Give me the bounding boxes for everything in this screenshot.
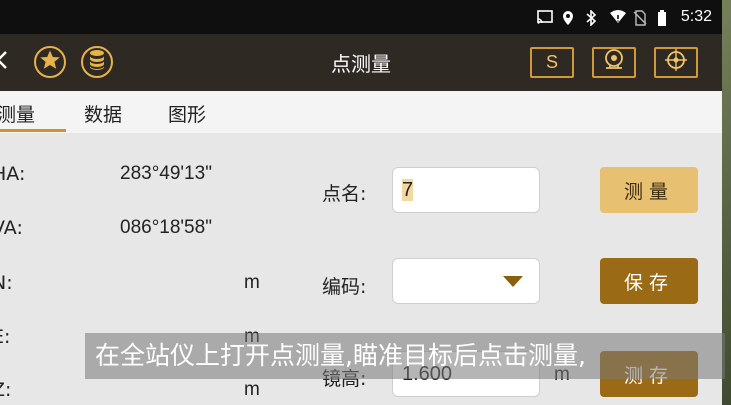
target-button[interactable] (654, 47, 698, 78)
dropdown-arrow-icon (503, 276, 523, 287)
va-value: 086°18'58" (120, 217, 212, 238)
active-tab-indicator (0, 129, 66, 132)
battery-icon (657, 10, 673, 26)
tab-measure[interactable]: 测量 (0, 100, 35, 127)
tab-graphics[interactable]: 图形 (168, 100, 206, 127)
status-time: 5:32 (680, 8, 712, 25)
status-icons: 5:32 (537, 0, 712, 34)
instrument-icon (601, 48, 627, 77)
tab-bar: 测量 数据 图形 (0, 91, 722, 134)
tab-data[interactable]: 数据 (84, 100, 122, 127)
bluetooth-icon (585, 10, 601, 26)
n-unit: m (244, 272, 260, 293)
code-label: 编码: (322, 276, 367, 298)
no-sim-icon (633, 10, 649, 26)
z-label: Z: (0, 379, 12, 401)
wifi-icon (609, 10, 626, 24)
point-name-label: 点名: (322, 183, 367, 205)
video-subtitle: 在全站仪上打开点测量,瞄准目标后点击测量, (85, 333, 725, 379)
status-bar: 5:32 (0, 0, 722, 34)
instrument-button[interactable] (592, 47, 636, 78)
location-icon (561, 10, 577, 25)
point-name-input[interactable]: 7 (392, 167, 540, 213)
n-label: N: (0, 272, 13, 294)
save-button[interactable]: 保存 (600, 258, 698, 304)
ha-value: 283°49'13" (120, 163, 212, 184)
target-icon (663, 48, 689, 77)
s-button[interactable]: S (530, 47, 574, 78)
title-bar: 点测量 S (0, 34, 722, 91)
e-label: E: (0, 326, 11, 348)
code-dropdown[interactable] (392, 258, 540, 304)
ha-label: HA: (0, 163, 26, 185)
cast-icon (537, 10, 553, 24)
point-name-value: 7 (402, 179, 414, 201)
va-label: VA: (0, 217, 23, 239)
z-unit: m (244, 379, 260, 400)
measure-button[interactable]: 测量 (600, 167, 698, 213)
